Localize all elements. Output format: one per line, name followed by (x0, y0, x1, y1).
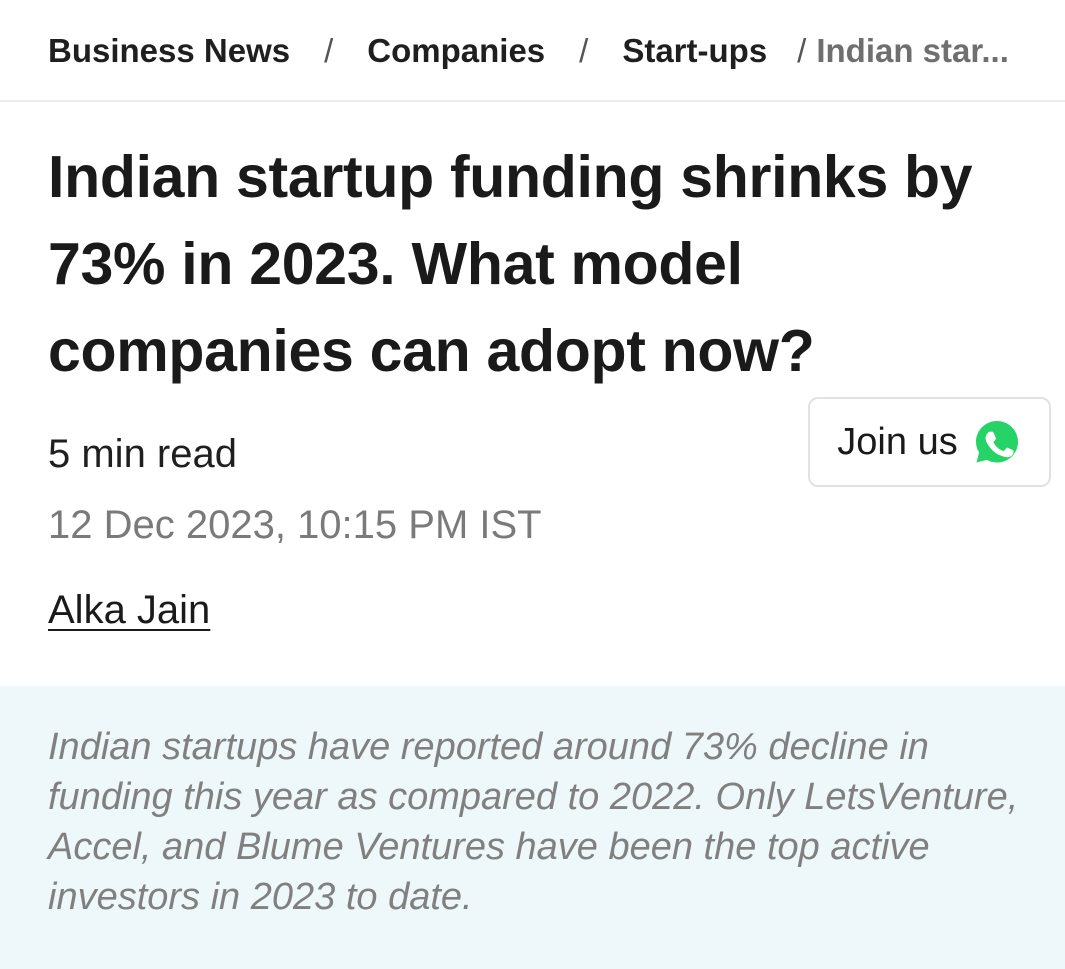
breadcrumb-separator: / (579, 31, 589, 69)
article-headline: Indian startup funding shrinks by 73% in… (48, 144, 973, 384)
breadcrumb-separator: / (324, 31, 334, 69)
join-us-button[interactable]: Join us (808, 397, 1051, 487)
breadcrumb: Business News / Companies / Start-ups / … (48, 0, 1065, 101)
breadcrumb-separator: / (797, 31, 807, 69)
author-link[interactable]: Alka Jain (48, 588, 210, 633)
breadcrumb-start-ups[interactable]: Start-ups (622, 32, 767, 70)
article-summary: Indian startups have reported around 73%… (0, 686, 1065, 969)
read-time: 5 min read (48, 432, 237, 476)
breadcrumb-companies[interactable]: Companies (367, 32, 545, 70)
article-page: Business News / Companies / Start-ups / … (0, 0, 1065, 969)
publish-date: 12 Dec 2023, 10:15 PM IST (48, 503, 542, 547)
breadcrumb-business-news[interactable]: Business News (48, 32, 290, 70)
summary-text: Indian startups have reported around 73%… (48, 726, 1019, 918)
whatsapp-icon (975, 421, 1018, 463)
breadcrumb-divider (0, 100, 1065, 102)
breadcrumb-current: Indian star... (816, 31, 1009, 69)
join-us-label: Join us (837, 420, 958, 463)
